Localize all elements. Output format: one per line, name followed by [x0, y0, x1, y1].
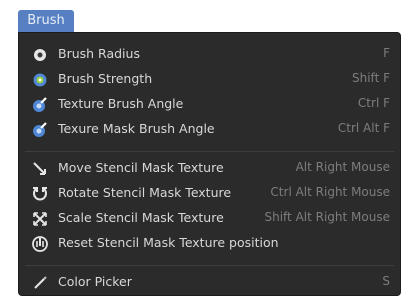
- menu-item-shortcut: Ctrl F: [357, 96, 390, 110]
- menu-item-label: Reset Stencil Mask Texture position: [58, 235, 279, 250]
- menu-item-shortcut: Shift Alt Right Mouse: [264, 210, 390, 224]
- menu-item-shortcut: Shift F: [352, 71, 390, 85]
- strength-dot-icon: [31, 71, 49, 89]
- menu-item-shortcut: S: [382, 274, 390, 288]
- menu-item-color-picker[interactable]: Color Picker S: [19, 271, 400, 295]
- menu-item-label: Rotate Stencil Mask Texture: [58, 185, 232, 200]
- brush-menu: Brush Radius F Brush Strength Shift F Te…: [18, 32, 401, 296]
- menu-item-texture-brush-angle[interactable]: Texture Brush Angle Ctrl F: [19, 93, 400, 117]
- menu-item-shortcut: Ctrl Alt F: [337, 121, 390, 135]
- color-picker-icon: [31, 274, 49, 292]
- brush-menu-header[interactable]: Brush: [18, 10, 74, 32]
- menu-item-label: Move Stencil Mask Texture: [58, 160, 224, 175]
- menu-item-texture-mask-brush-angle[interactable]: Texure Mask Brush Angle Ctrl Alt F: [19, 118, 400, 142]
- rotate-stencil-icon: [31, 185, 49, 203]
- menu-item-shortcut: F: [383, 46, 390, 60]
- menu-separator: [25, 151, 394, 152]
- menu-item-reset-stencil[interactable]: Reset Stencil Mask Texture position: [19, 232, 400, 256]
- mask-angle-icon: [31, 121, 49, 139]
- move-stencil-icon: [31, 160, 49, 178]
- menu-item-brush-strength[interactable]: Brush Strength Shift F: [19, 68, 400, 92]
- menu-item-shortcut: Ctrl Alt Right Mouse: [270, 185, 390, 199]
- menu-item-label: Brush Strength: [58, 71, 153, 86]
- menu-item-label: Brush Radius: [58, 46, 140, 61]
- radius-dot-icon: [31, 46, 49, 64]
- menu-item-scale-stencil[interactable]: Scale Stencil Mask Texture Shift Alt Rig…: [19, 207, 400, 231]
- texture-angle-icon: [31, 96, 49, 114]
- menu-item-brush-radius[interactable]: Brush Radius F: [19, 43, 400, 67]
- menu-item-label: Color Picker: [58, 274, 132, 289]
- menu-item-rotate-stencil[interactable]: Rotate Stencil Mask Texture Ctrl Alt Rig…: [19, 182, 400, 206]
- menu-item-shortcut: Alt Right Mouse: [295, 160, 390, 174]
- scale-stencil-icon: [31, 210, 49, 228]
- reset-stencil-icon: [31, 235, 49, 253]
- menu-item-move-stencil[interactable]: Move Stencil Mask Texture Alt Right Mous…: [19, 157, 400, 181]
- menu-item-label: Texture Brush Angle: [58, 96, 184, 111]
- menu-item-label: Scale Stencil Mask Texture: [58, 210, 224, 225]
- menu-separator: [25, 265, 394, 266]
- menu-item-label: Texure Mask Brush Angle: [58, 121, 215, 136]
